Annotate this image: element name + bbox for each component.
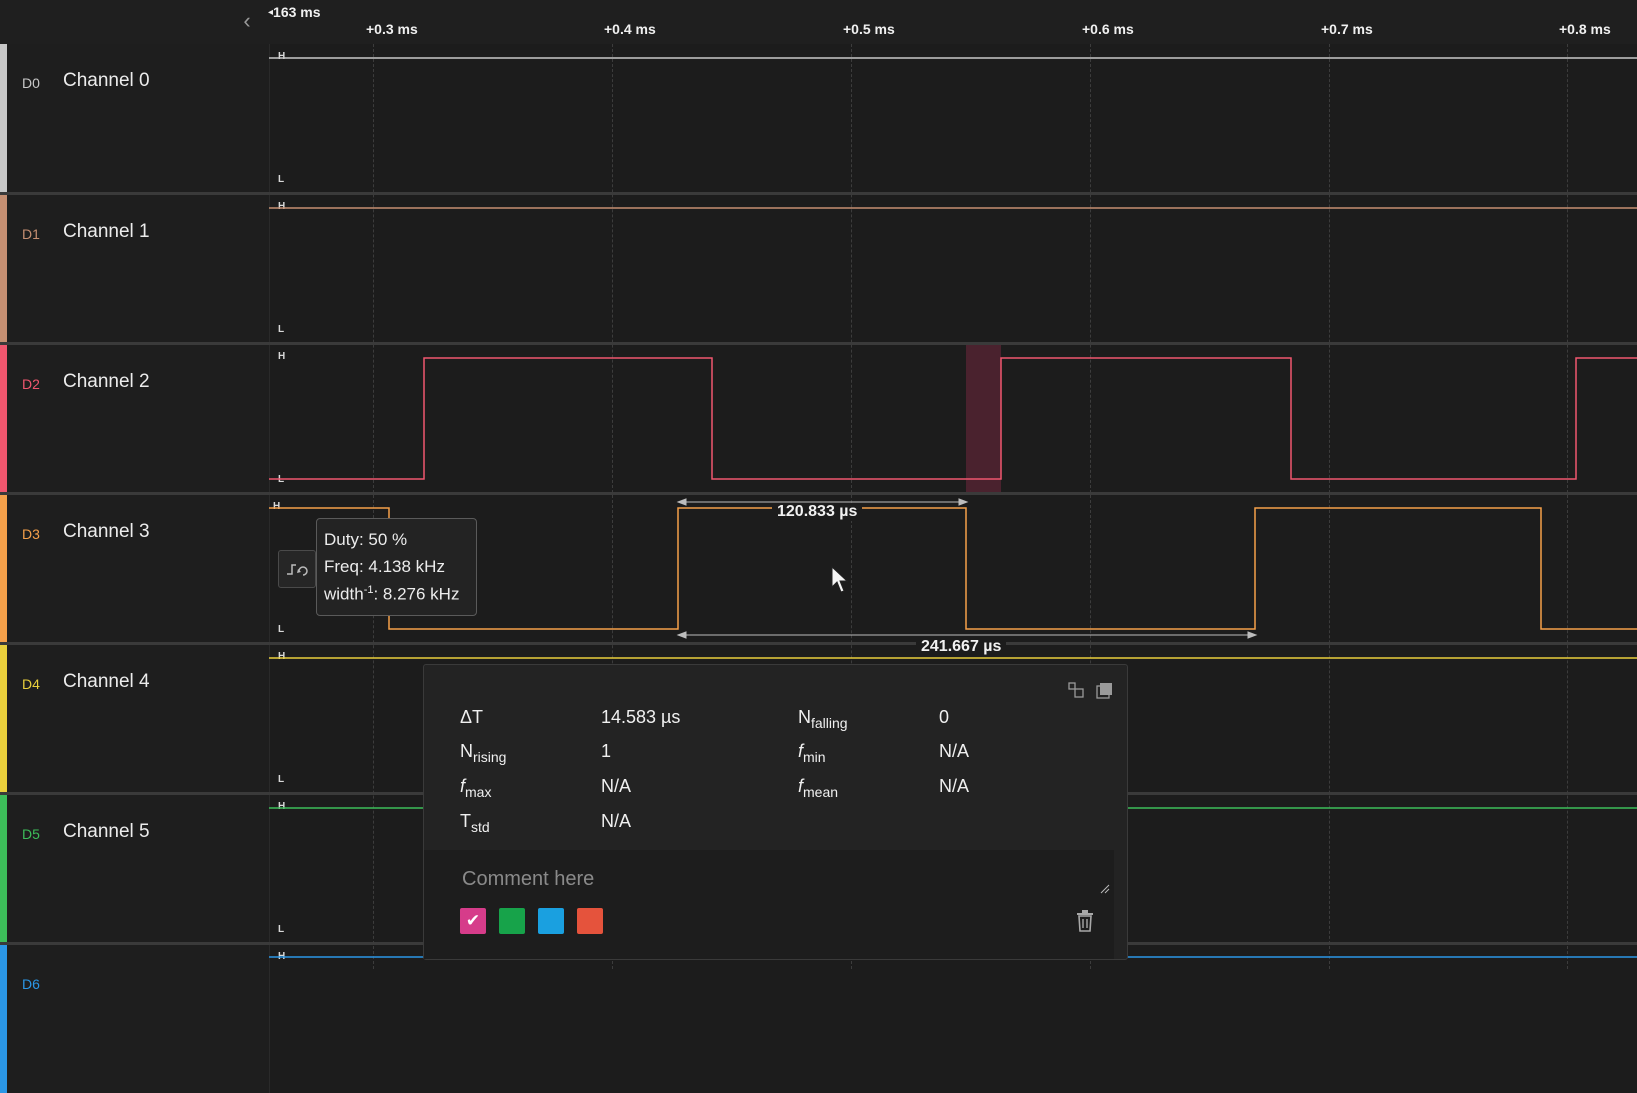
- expand-icon[interactable]: [1067, 681, 1085, 699]
- color-swatch-green[interactable]: [499, 908, 525, 934]
- period-label: 241.667 µs: [916, 638, 1007, 656]
- n-rising-label: Nrising: [460, 741, 507, 765]
- f-max-value: N/A: [601, 776, 632, 796]
- channel-2-waveform: [269, 357, 1637, 480]
- f-mean-value: N/A: [939, 776, 970, 796]
- n-rising-value: 1: [601, 741, 612, 761]
- comment-input[interactable]: [460, 864, 1064, 894]
- f-min-value: N/A: [939, 741, 970, 761]
- mouse-pointer-icon: [831, 566, 849, 593]
- frequency-readout: Freq: 4.138 kHz: [324, 557, 445, 576]
- inverse-width-readout: width-1: 8.276 kHz: [324, 584, 460, 604]
- resize-grip-icon[interactable]: [1100, 884, 1110, 894]
- t-std-value: N/A: [601, 811, 632, 831]
- copy-icon[interactable]: [1096, 681, 1114, 699]
- edge-trigger-icon[interactable]: [278, 550, 316, 588]
- check-icon: ✔: [465, 911, 481, 930]
- logic-analyzer-view: ‹ ◂163 ms +0.3 ms +0.4 ms +0.5 ms +0.6 m…: [0, 0, 1637, 1093]
- color-swatch-blue[interactable]: [538, 908, 564, 934]
- channel-id: D6: [22, 976, 40, 992]
- duty-readout: Duty: 50 %: [324, 530, 408, 549]
- trash-icon[interactable]: [1074, 909, 1096, 933]
- comment-area: [424, 850, 1114, 959]
- f-min-label: fmin: [798, 741, 826, 765]
- measurement-panel[interactable]: ΔT 14.583 µs Nfalling 0 Nrising 1 fmin N…: [423, 664, 1128, 960]
- color-swatch-red[interactable]: [577, 908, 603, 934]
- pulse-width-label: 120.833 µs: [772, 503, 863, 521]
- f-mean-label: fmean: [798, 776, 839, 800]
- n-falling-value: 0: [939, 707, 950, 727]
- f-max-label: fmax: [460, 776, 492, 800]
- delta-t-label: ΔT: [460, 707, 484, 727]
- measurement-tooltip: Duty: 50 % Freq: 4.138 kHz width-1: 8.27…: [316, 518, 477, 616]
- n-falling-label: Nfalling: [798, 707, 848, 731]
- delta-t-value: 14.583 µs: [601, 707, 681, 727]
- color-swatch-pink[interactable]: ✔: [460, 908, 486, 934]
- t-std-label: Tstd: [460, 811, 490, 835]
- selection-highlight: [966, 345, 1001, 492]
